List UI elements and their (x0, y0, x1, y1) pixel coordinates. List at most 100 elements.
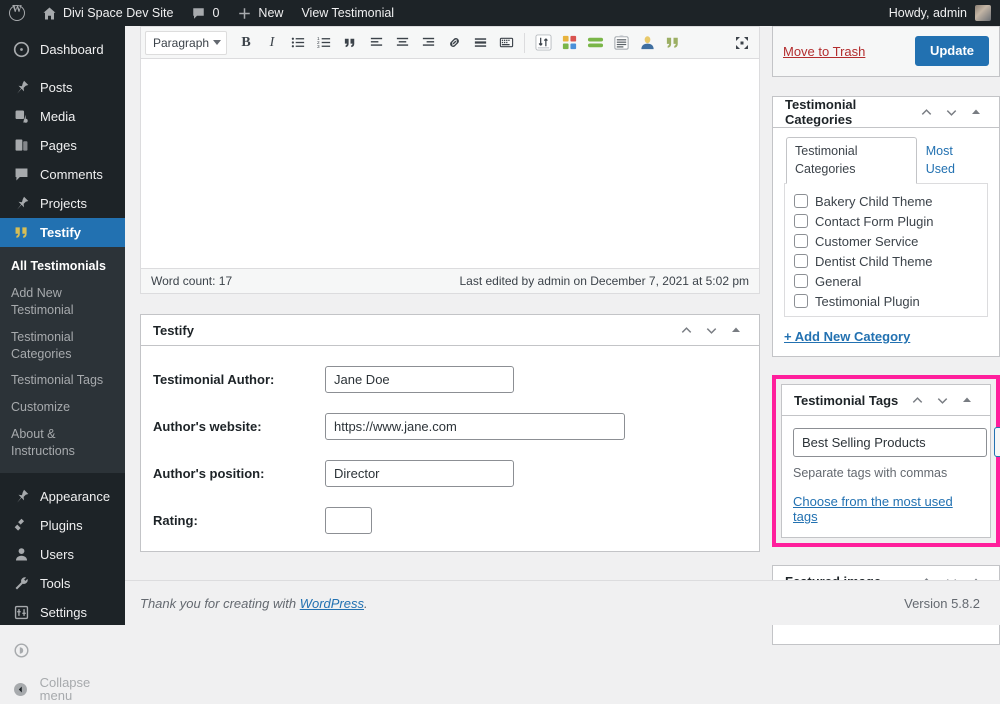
category-item[interactable]: Customer Service (794, 231, 978, 251)
align-center-icon[interactable] (390, 31, 414, 55)
author-position-input[interactable] (325, 460, 514, 487)
bold-button[interactable]: B (234, 31, 258, 55)
submenu-item-add-new-testimonial[interactable]: Add New Testimonial (0, 280, 125, 324)
submenu-item-about-instructions[interactable]: About & Instructions (0, 421, 125, 465)
toggle-panel-icon[interactable] (725, 319, 747, 341)
my-account-menu[interactable]: Howdy, admin (880, 0, 1000, 26)
move-down-icon[interactable] (931, 389, 953, 411)
divi-builder-icon[interactable] (531, 31, 555, 55)
footer-version: Version 5.8.2 (904, 596, 980, 611)
editor-content-area[interactable] (141, 59, 759, 268)
sidebar-item-collapse-menu[interactable]: Collapse menu (0, 675, 125, 704)
numbered-list-icon[interactable]: 123 (312, 31, 336, 55)
read-more-icon[interactable] (468, 31, 492, 55)
sidebar-item-settings[interactable]: Settings (0, 598, 125, 627)
checkbox[interactable] (794, 294, 808, 308)
move-to-trash-link[interactable]: Move to Trash (783, 44, 865, 59)
category-item[interactable]: Contact Form Plugin (794, 211, 978, 231)
choose-most-used-tags-link[interactable]: Choose from the most used tags (793, 494, 953, 524)
sidebar-item-plugins[interactable]: Plugins (0, 511, 125, 540)
fullscreen-icon[interactable] (730, 31, 754, 55)
wordpress-link[interactable]: WordPress (300, 596, 364, 611)
add-new-category-link[interactable]: + Add New Category (784, 329, 910, 344)
checkbox[interactable] (794, 234, 808, 248)
new-content-menu[interactable]: New (228, 0, 292, 26)
wp-logo-menu[interactable] (0, 0, 33, 26)
sidebar-item-appearance[interactable]: Appearance (0, 482, 125, 511)
howdy-label: Howdy, admin (889, 6, 967, 20)
rating-label: Rating: (153, 513, 325, 528)
paragraph-style-select[interactable]: Paragraph (145, 31, 227, 55)
tags-handle-actions (906, 389, 978, 411)
divi-row-icon[interactable] (583, 31, 607, 55)
tags-metabox-body: Add Separate tags with commas Choose fro… (782, 416, 990, 537)
toggle-panel-icon[interactable] (956, 389, 978, 411)
move-down-icon[interactable] (700, 319, 722, 341)
post-body-content-column: Paragraph B I 123 (140, 26, 760, 552)
blockquote-icon[interactable] (338, 31, 362, 55)
categories-handle-actions (915, 101, 987, 123)
category-item[interactable]: Testimonial Plugin (794, 291, 978, 311)
sidebar-item-comments[interactable]: Comments (0, 160, 125, 189)
testify-handle-actions (675, 319, 747, 341)
comment-bubble-icon (191, 6, 206, 21)
toggle-panel-icon[interactable] (965, 101, 987, 123)
testimonial-author-input[interactable] (325, 366, 514, 393)
author-website-input[interactable] (325, 413, 625, 440)
last-edited-label: Last edited by admin on December 7, 2021… (459, 274, 749, 288)
comment-bubble-icon (11, 165, 31, 185)
submenu-item-testimonial-categories[interactable]: Testimonial Categories (0, 324, 125, 368)
checkbox[interactable] (794, 254, 808, 268)
sidebar-item-projects[interactable]: Projects (0, 189, 125, 218)
category-label: Contact Form Plugin (815, 214, 934, 229)
submenu-item-all-testimonials[interactable]: All Testimonials (0, 253, 125, 280)
move-up-icon[interactable] (915, 101, 937, 123)
submenu-item-customize[interactable]: Customize (0, 394, 125, 421)
category-checklist[interactable]: Bakery Child Theme Contact Form Plugin C… (784, 183, 988, 317)
svg-text:3: 3 (317, 44, 320, 49)
checkbox[interactable] (794, 274, 808, 288)
tab-most-used[interactable]: Most Used (917, 137, 988, 184)
sidebar-item-users[interactable]: Users (0, 540, 125, 569)
site-name-menu[interactable]: Divi Space Dev Site (33, 0, 182, 26)
sidebar-item-pages[interactable]: Pages (0, 131, 125, 160)
move-up-icon[interactable] (906, 389, 928, 411)
align-right-icon[interactable] (416, 31, 440, 55)
category-item[interactable]: Dentist Child Theme (794, 251, 978, 271)
sidebar-item-posts[interactable]: Posts (0, 73, 125, 102)
bulleted-list-icon[interactable] (286, 31, 310, 55)
category-item[interactable]: Bakery Child Theme (794, 191, 978, 211)
italic-button[interactable]: I (260, 31, 284, 55)
update-button[interactable]: Update (915, 36, 989, 66)
new-label: New (258, 6, 283, 20)
move-down-icon[interactable] (940, 101, 962, 123)
add-tag-button[interactable]: Add (994, 427, 1000, 457)
divi-person-icon[interactable] (635, 31, 659, 55)
divi-modules-icon[interactable] (557, 31, 581, 55)
home-icon (42, 6, 57, 21)
sidebar-item-media[interactable]: Media (0, 102, 125, 131)
sidebar-item-dashboard[interactable]: Dashboard (0, 35, 125, 64)
sidebar-item-testify[interactable]: Testify (0, 218, 125, 247)
checkbox[interactable] (794, 194, 808, 208)
rating-input[interactable] (325, 507, 372, 534)
divi-section-icon[interactable] (609, 31, 633, 55)
pin-icon (11, 78, 31, 98)
category-item[interactable]: General (794, 271, 978, 291)
checkbox[interactable] (794, 214, 808, 228)
align-left-icon[interactable] (364, 31, 388, 55)
move-up-icon[interactable] (675, 319, 697, 341)
tab-testimonial-categories[interactable]: Testimonial Categories (786, 137, 917, 184)
sidebar-item-tools[interactable]: Tools (0, 569, 125, 598)
comments-menu[interactable]: 0 (182, 0, 228, 26)
insert-link-icon[interactable] (442, 31, 466, 55)
toolbar-toggle-icon[interactable] (494, 31, 518, 55)
testimonial-tags-metabox: Testimonial Tags (781, 384, 991, 538)
testify-quote-icon[interactable] (661, 31, 685, 55)
submenu-item-testimonial-tags[interactable]: Testimonial Tags (0, 367, 125, 394)
tags-howto-text: Separate tags with commas (793, 466, 979, 480)
sidebar-item-divi[interactable]: Divi (0, 636, 125, 665)
new-tag-input[interactable] (793, 428, 987, 457)
view-testimonial-link[interactable]: View Testimonial (292, 0, 403, 26)
site-name-label: Divi Space Dev Site (63, 6, 173, 20)
